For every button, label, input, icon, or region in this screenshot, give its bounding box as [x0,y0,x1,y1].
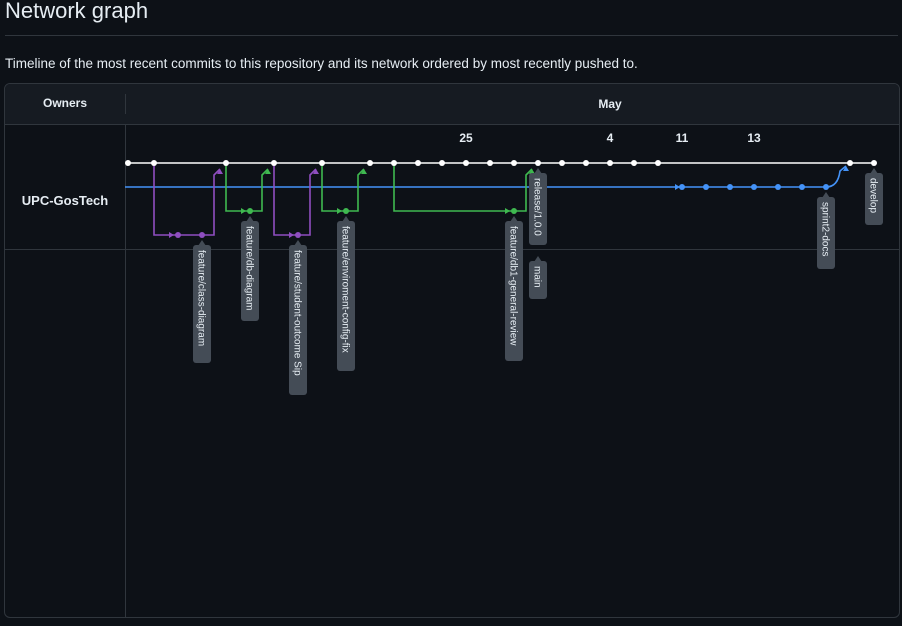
commit-dot[interactable] [247,208,253,214]
commit-dot[interactable] [199,232,205,238]
branch-tag-label: feature/enviroment-config-fix [340,226,351,353]
class-diagram-branch-line [153,163,170,236]
merge-arrow [169,232,174,238]
develop-commit-dot[interactable] [271,160,277,166]
develop-commit-dot[interactable] [583,160,589,166]
develop-commit-dot[interactable] [223,160,229,166]
sprint-commit-dot[interactable] [775,184,781,190]
develop-commit-dot[interactable] [415,160,421,166]
sprint-commit-dot[interactable] [751,184,757,190]
develop-commit-dot[interactable] [151,160,157,166]
develop-commit-dot[interactable] [391,160,397,166]
branch-tag-label: main [532,266,543,288]
date-label: 25 [459,131,473,145]
merge-arrow [337,208,342,214]
develop-commit-dot[interactable] [439,160,445,166]
branch-tag-label: feature/db1-general-review [508,226,519,346]
commit-dot[interactable] [343,208,349,214]
sprint-commit-dot[interactable] [823,184,829,190]
develop-commit-dot[interactable] [607,160,613,166]
develop-commit-dot[interactable] [847,160,853,166]
branch-tag-label: feature/student-outcome Sip [292,250,303,376]
sprint-commit-dot[interactable] [799,184,805,190]
merge-arrow [241,208,246,214]
develop-commit-dot[interactable] [655,160,661,166]
branch-tag-label: feature/db-diagram [244,226,255,311]
commit-dot[interactable] [511,208,517,214]
student-outcome-branch-line [273,163,317,236]
develop-commit-dot[interactable] [631,160,637,166]
date-label: 11 [676,131,689,145]
develop-commit-dot[interactable] [319,160,325,166]
merge-arrow [505,208,510,214]
commit-dot[interactable] [295,232,301,238]
merge-arrow [289,232,294,238]
develop-commit-dot[interactable] [559,160,565,166]
date-label: 13 [747,131,761,145]
sprint-commit-dot[interactable] [679,184,685,190]
branch-tag-label: sprint2-docs [820,202,831,256]
develop-commit-dot[interactable] [463,160,469,166]
develop-commit-dot[interactable] [367,160,373,166]
sprint-commit-dot[interactable] [703,184,709,190]
branch-tag-label: develop [868,178,879,213]
commit-graph-canvas[interactable]: 25 4 11 13 feature/class-diagram feature/db-d… [0,0,902,626]
develop-commit-dot[interactable] [535,160,541,166]
date-label: 4 [607,131,614,145]
commit-dot[interactable] [175,232,181,238]
sprint2-line [125,165,847,188]
develop-commit-dot[interactable] [871,160,877,166]
sprint-commit-dot[interactable] [727,184,733,190]
class-diagram-merge-line [170,168,221,236]
branch-tag-label: release/1.0.0 [532,178,543,236]
develop-commit-dot[interactable] [487,160,493,166]
branch-tag-label: feature/class-diagram [196,250,207,346]
develop-commit-dot[interactable] [511,160,517,166]
develop-commit-dot[interactable] [125,160,131,166]
